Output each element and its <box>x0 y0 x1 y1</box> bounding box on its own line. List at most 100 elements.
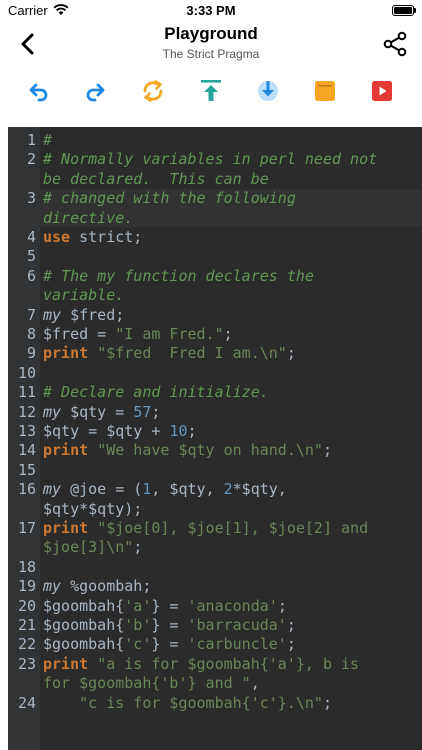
code-line: $joe[3]\n"; <box>8 538 422 557</box>
code-text: my $qty = 57; <box>43 403 160 422</box>
code-line: 10 <box>8 364 422 383</box>
code-line: for $goombah{'b'} and ", <box>8 674 422 693</box>
line-number: 14 <box>17 441 36 460</box>
code-text: $joe[3]\n"; <box>43 538 142 557</box>
code-token: ; <box>151 402 161 421</box>
undo-icon <box>29 83 48 102</box>
code-text: # changed with the following <box>43 189 296 208</box>
code-text: my $fred; <box>43 306 124 325</box>
code-token: "We have $qty on hand.\n" <box>97 441 323 460</box>
code-token: 2 <box>223 480 233 499</box>
code-token: ; <box>322 693 332 712</box>
line-number: 22 <box>17 635 36 654</box>
code-editor[interactable]: 1 #2 # Normally variables in perl need not… <box>8 127 422 750</box>
line-number: 21 <box>17 616 36 634</box>
code-token: ; <box>286 635 296 654</box>
run-button[interactable] <box>369 78 395 104</box>
run-icon <box>372 81 392 101</box>
line-number: 23 <box>17 654 36 673</box>
code-token: 'b' <box>124 616 152 634</box>
code-text: $goombah{'b'} = 'barracuda'; <box>43 616 296 635</box>
code-token: "$joe[0], $joe[1], $joe[2] and <box>97 519 369 537</box>
code-line: 21 $goombah{'b'} = 'barracuda'; <box>8 616 422 635</box>
battery-icon <box>392 5 414 16</box>
code-token: ; <box>286 344 296 363</box>
download-button[interactable] <box>255 78 281 104</box>
code-text: # <box>43 131 52 150</box>
page-subtitle: The Strict Pragma <box>162 47 260 61</box>
code-token: my <box>43 577 62 596</box>
line-number: 20 <box>17 596 36 615</box>
code-line: $qty*$qty); <box>8 500 422 519</box>
code-token: 'carbuncle' <box>187 635 287 654</box>
code-token: } = <box>151 596 188 615</box>
code-line: 14 print "We have $qty on hand.\n"; <box>8 441 422 460</box>
code-text: # The my function declares the <box>43 267 314 286</box>
code-text: print "$fred Fred I am.\n"; <box>43 344 296 363</box>
code-token: # Declare and initialize. <box>43 383 269 402</box>
status-bar: Carrier 3:33 PM <box>0 0 422 22</box>
code-token: "a is for $goombah{'a'}, b is <box>97 654 360 673</box>
redo-button[interactable] <box>82 78 108 104</box>
note-icon <box>315 81 335 101</box>
scroll-to-top-button[interactable] <box>198 78 224 104</box>
undo-button[interactable] <box>26 78 52 104</box>
code-line: 13 $qty = $qty + 10; <box>8 422 422 441</box>
page-title: Playground <box>164 24 258 43</box>
line-number: 1 <box>26 131 36 149</box>
code-token: variable. <box>43 286 125 305</box>
line-number: 8 <box>26 325 36 343</box>
code-token: $fred; <box>61 305 125 324</box>
line-number: 17 <box>17 519 36 537</box>
code-text: $goombah{'c'} = 'carbuncle'; <box>43 635 296 654</box>
code-token: , <box>250 674 260 693</box>
code-line: 23 print "a is for $goombah{'a'}, b is <box>8 655 422 674</box>
code-token: ; <box>187 422 197 440</box>
code-token: ; <box>322 441 332 460</box>
code-line: 4 use strict; <box>8 228 422 247</box>
status-time: 3:33 PM <box>186 3 236 18</box>
line-number: 11 <box>17 383 36 402</box>
code-token: "I am Fred." <box>115 325 224 343</box>
code-line: 5 <box>8 247 422 266</box>
code-token: "$fred Fred I am.\n" <box>97 344 287 363</box>
share-icon[interactable] <box>382 31 408 57</box>
code-line: 8 $fred = "I am Fred."; <box>8 325 422 344</box>
code-text: print "We have $qty on hand.\n"; <box>43 441 332 460</box>
code-token: %goombah; <box>61 577 152 596</box>
line-number: 4 <box>26 228 36 246</box>
redo-icon <box>86 83 105 102</box>
refresh-icon <box>143 80 163 102</box>
line-number: 6 <box>26 266 36 285</box>
code-line: 15 <box>8 461 422 480</box>
code-token: directive. <box>43 208 134 227</box>
code-token: ; <box>133 538 143 557</box>
code-text: use strict; <box>43 228 142 247</box>
note-button[interactable] <box>312 78 338 104</box>
code-token: my <box>43 305 62 324</box>
code-text: $qty = $qty + 10; <box>43 422 197 441</box>
code-line: 1 # <box>8 131 422 150</box>
code-token: $goombah{ <box>43 635 125 654</box>
code-token: $fred = <box>43 325 116 343</box>
line-number: 24 <box>17 693 36 712</box>
code-line: 19 my %goombah; <box>8 577 422 596</box>
code-token: use <box>43 228 71 246</box>
code-token: for $goombah{'b'} and " <box>43 674 251 693</box>
refresh-button[interactable] <box>140 78 166 104</box>
code-text: for $goombah{'b'} and ", <box>43 674 260 693</box>
line-number: 19 <box>17 577 36 596</box>
code-text: $goombah{'a'} = 'anaconda'; <box>43 597 287 616</box>
code-token: 10 <box>169 422 188 440</box>
line-number: 16 <box>17 480 36 499</box>
code-line: 17 print "$joe[0], $joe[1], $joe[2] and <box>8 519 422 538</box>
code-text: my %goombah; <box>43 577 151 596</box>
code-token: "c is for $goombah{'c'}.\n" <box>79 693 323 712</box>
code-text: variable. <box>43 286 124 305</box>
code-token: $goombah{ <box>43 616 125 634</box>
code-token: # The my function declares the <box>43 266 314 285</box>
editor-toolbar <box>0 68 422 116</box>
